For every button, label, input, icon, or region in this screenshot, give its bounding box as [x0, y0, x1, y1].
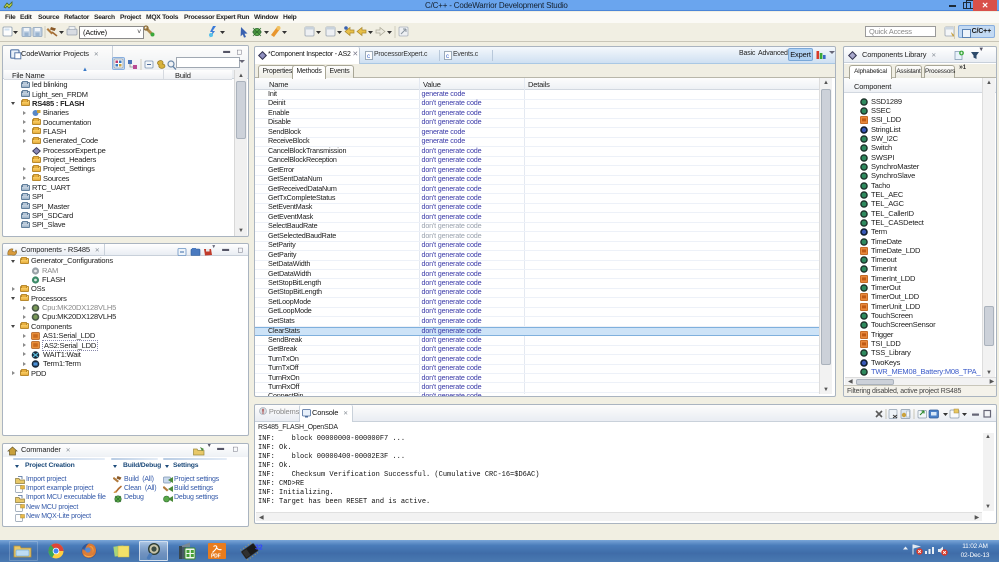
- svg-text:32: 32: [255, 545, 263, 552]
- svg-text:c: c: [446, 54, 449, 60]
- svg-text:c: c: [367, 54, 370, 60]
- svg-text:PDF: PDF: [211, 554, 221, 560]
